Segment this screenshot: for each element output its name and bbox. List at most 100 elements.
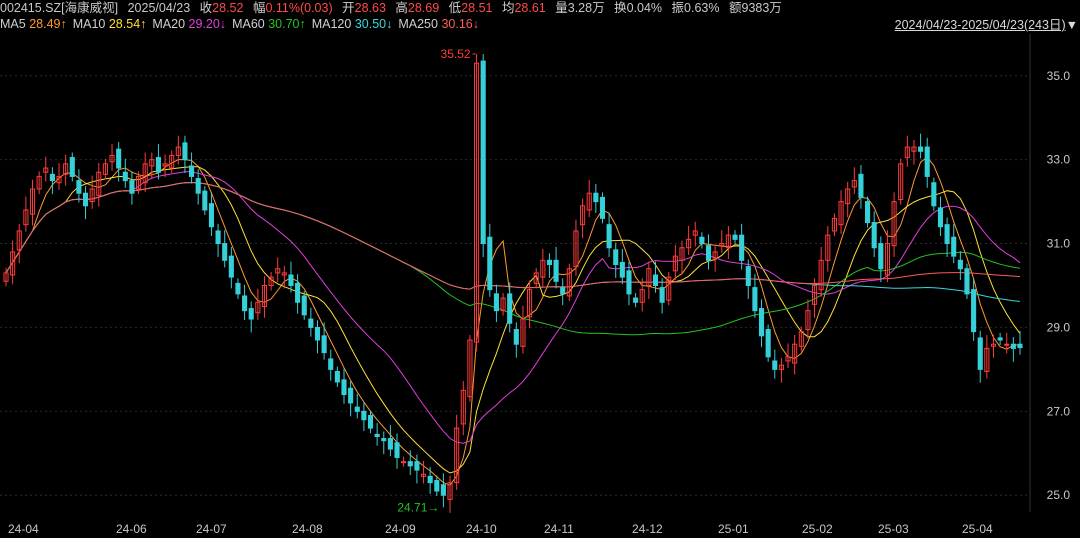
close-item: 收28.52 <box>199 1 244 15</box>
candles <box>3 53 1023 513</box>
candle-body <box>82 192 89 207</box>
candle-body <box>248 308 254 320</box>
candle-body <box>341 379 347 396</box>
y-tick-label: 33.0 <box>1047 153 1071 167</box>
ma-legend-item-ma10: MA10 28.54↑ <box>72 17 147 31</box>
open-item: 开28.63 <box>342 1 386 15</box>
y-tick-label: 31.0 <box>1047 237 1071 251</box>
candle-body <box>871 222 877 249</box>
quote-date: 2025/04/23 <box>127 1 191 15</box>
candle-body <box>957 259 963 270</box>
candle-body <box>434 480 440 492</box>
ma-legend-item-ma120: MA120 30.50↓ <box>311 17 393 31</box>
x-tick-label: 25-01 <box>718 522 749 536</box>
candle-body <box>699 236 705 245</box>
candle-body <box>944 224 950 245</box>
candle-body <box>513 329 519 345</box>
grid-lines <box>0 34 1031 512</box>
x-tick-label: 24-11 <box>544 522 574 536</box>
date-range-text[interactable]: 2024/04/23-2025/04/23(243日) <box>895 18 1066 32</box>
turnover-item: 换0.04% <box>614 1 663 15</box>
candle-body <box>69 157 75 177</box>
change-item: 幅0.11%(0.03) <box>252 1 333 15</box>
candle-body <box>374 433 380 437</box>
candle-body <box>752 287 758 312</box>
candle-body <box>865 201 871 224</box>
candle-body <box>858 173 864 198</box>
candle-body <box>937 207 944 228</box>
candle-body <box>49 173 55 182</box>
candle-body <box>739 234 745 261</box>
candle-body <box>493 293 499 312</box>
candle-body <box>440 484 446 496</box>
candle-body <box>924 146 930 177</box>
candle-body <box>1004 343 1010 346</box>
x-tick-label: 24-08 <box>292 522 323 536</box>
candle-body <box>599 196 606 219</box>
quote-header: 002415.SZ[海康威视] 2025/04/23 收28.52 幅0.11%… <box>0 0 788 16</box>
candle-body <box>394 442 400 458</box>
candle-body <box>301 295 307 316</box>
candle-body <box>546 259 553 266</box>
x-tick-label: 25-02 <box>802 522 833 536</box>
candle-body <box>977 337 983 370</box>
candle-body <box>387 438 393 450</box>
candle-body <box>361 410 367 421</box>
volume-item: 量3.28万 <box>555 1 605 15</box>
candle-body <box>295 282 301 303</box>
candle-body <box>480 60 486 245</box>
x-tick-label: 25-04 <box>962 522 993 536</box>
candle-body <box>76 180 82 194</box>
candle-body <box>997 337 1003 341</box>
candle-body <box>560 287 566 295</box>
y-tick-label: 29.0 <box>1047 320 1071 334</box>
candle-body <box>593 192 599 203</box>
candle-body <box>633 297 639 303</box>
candle-body <box>619 261 625 278</box>
candlestick-chart: 35.0 33.0 31.0 29.0 27.0 25.0 24-04 24-06 24-07… <box>0 34 1071 536</box>
candle-body <box>195 178 201 194</box>
candle-body <box>507 293 513 324</box>
candle-body <box>367 415 374 429</box>
triangle-down-icon[interactable]: ▼ <box>1066 18 1078 32</box>
candle-body <box>354 406 360 412</box>
y-tick-label: 27.0 <box>1047 404 1071 418</box>
candle-body <box>705 245 712 261</box>
candle-body <box>208 203 215 228</box>
candle-body <box>116 148 122 169</box>
x-axis: 24-04 24-06 24-07 24-08 24-09 24-10 24-11 24-12… <box>8 522 993 536</box>
candle-body <box>215 230 221 245</box>
candle-body <box>606 224 612 249</box>
candle-body <box>878 243 884 270</box>
candle-body <box>308 318 314 328</box>
candle-body <box>242 295 248 312</box>
candle-body <box>189 165 195 177</box>
high-item: 高28.69 <box>395 1 440 15</box>
y-axis: 35.0 33.0 31.0 29.0 27.0 25.0 <box>1047 69 1071 502</box>
candle-body <box>758 308 765 337</box>
candle-body <box>202 190 208 211</box>
x-tick-label: 24-07 <box>196 522 227 536</box>
candle-body <box>765 329 771 358</box>
candle-body <box>122 171 128 182</box>
candle-body <box>613 249 619 266</box>
y-tick-label: 25.0 <box>1047 488 1071 502</box>
avg-item: 均28.61 <box>501 1 546 15</box>
low-item: 低28.51 <box>448 1 493 15</box>
candle-body <box>659 287 665 303</box>
candle-body <box>918 146 924 152</box>
date-range-selector[interactable]: 2024/04/23-2025/04/23(243日)▼ <box>895 16 1078 34</box>
stock-code: 002415.SZ[海康威视] <box>0 1 119 15</box>
x-tick-label: 24-04 <box>8 522 39 536</box>
ma-legend-item-ma60: MA60 30.70↑ <box>232 17 306 31</box>
candle-body <box>288 274 294 286</box>
stock-name: [海康威视] <box>61 1 119 15</box>
candle-body <box>222 243 228 261</box>
amplitude-item: 振0.63% <box>671 1 720 15</box>
max-price-label: 35.52 <box>441 47 471 61</box>
candle-body <box>487 236 493 291</box>
ma-legend: MA5 28.49↑ MA10 28.54↑ MA20 29.20↓ MA60 30.… <box>0 16 485 34</box>
amount-item: 额9383万 <box>728 1 782 15</box>
candle-body <box>328 358 334 370</box>
candle-body <box>745 266 751 286</box>
